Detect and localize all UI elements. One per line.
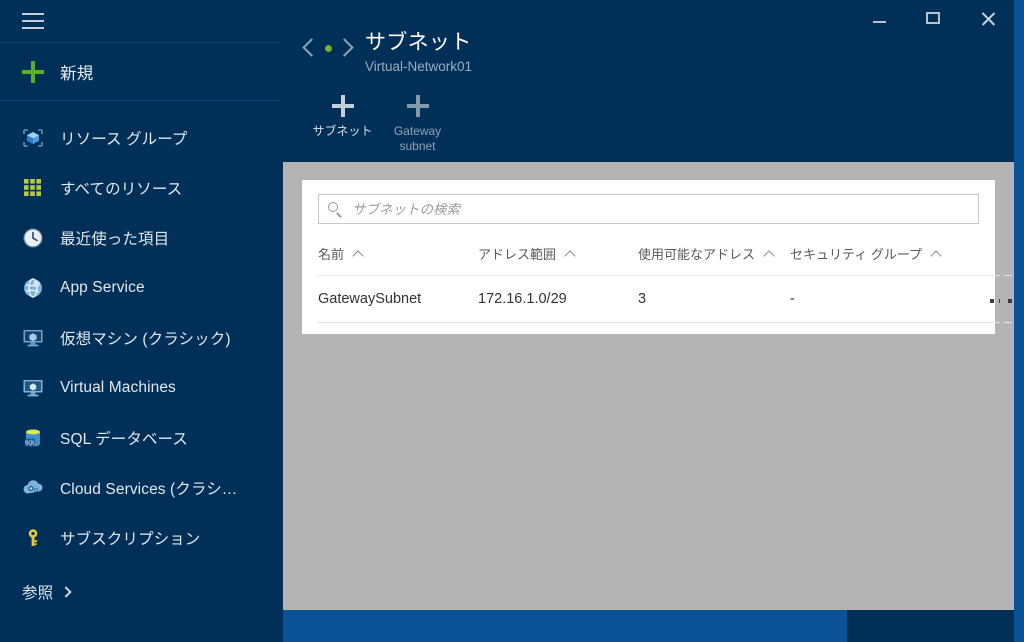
sidebar-item-recent[interactable]: 最近使った項目 xyxy=(0,213,281,263)
cell-address-range: 172.16.1.0/29 xyxy=(478,275,638,323)
plus-icon xyxy=(331,95,354,117)
window-controls xyxy=(864,0,1002,36)
sidebar-item-label: サブスクリプション xyxy=(60,531,201,548)
horizontal-scrollbar[interactable] xyxy=(283,610,1014,642)
search-icon xyxy=(327,201,344,218)
column-header-label: 使用可能なアドレス xyxy=(638,247,756,262)
search-box[interactable] xyxy=(318,194,979,224)
sidebar-item-app-service[interactable]: App Service xyxy=(0,263,281,313)
blade-content: 名前 アドレス範囲 xyxy=(283,162,1014,610)
minimize-button[interactable] xyxy=(864,3,894,33)
minimize-icon xyxy=(872,21,886,23)
recent-clock-icon xyxy=(20,225,46,251)
sidebar-item-label: リソース グループ xyxy=(60,131,188,148)
sidebar-item-label: App Service xyxy=(60,279,145,296)
right-edge-strip xyxy=(1014,0,1024,642)
add-gateway-subnet-button[interactable]: Gateway subnet xyxy=(380,92,455,154)
add-subnet-label: サブネット xyxy=(312,124,373,138)
new-resource-button[interactable]: 新規 xyxy=(0,43,281,101)
search-input[interactable] xyxy=(352,201,970,217)
sort-ascending-icon xyxy=(763,249,775,262)
navigation-list: リソース グループ すべてのリソース 最近使った項目 App Service 仮… xyxy=(0,101,281,615)
page-title: サブネット xyxy=(365,31,472,54)
blade-toolbar: サブネット Gateway subnet xyxy=(283,92,1014,154)
sidebar-item-label: すべてのリソース xyxy=(60,181,183,198)
sidebar-item-resource-groups[interactable]: リソース グループ xyxy=(0,113,281,163)
hamburger-icon[interactable] xyxy=(22,13,44,29)
cell-name: GatewaySubnet xyxy=(318,275,478,323)
close-icon xyxy=(980,11,995,26)
svg-text:SQL: SQL xyxy=(25,441,36,447)
browse-label: 参照 xyxy=(22,585,54,602)
left-navigation: 新規 リソース グループ すべてのリソース 最近使った項目 App Servic… xyxy=(0,0,281,642)
sidebar-item-label: Virtual Machines xyxy=(60,379,176,396)
sidebar-item-virtual-machines[interactable]: Virtual Machines xyxy=(0,363,281,413)
plus-icon xyxy=(406,95,429,117)
sidebar-item-browse[interactable]: 参照 xyxy=(0,569,281,615)
column-header-available-addresses[interactable]: 使用可能なアドレス xyxy=(638,232,790,276)
cell-available-addresses: 3 xyxy=(638,275,790,323)
azure-portal-window: 新規 リソース グループ すべてのリソース 最近使った項目 App Servic… xyxy=(0,0,1024,642)
column-header-label: 名前 xyxy=(318,247,345,262)
maximize-button[interactable] xyxy=(918,3,948,33)
horizontal-scrollbar-thumb[interactable] xyxy=(283,610,847,642)
sidebar-item-label: 仮想マシン (クラシック) xyxy=(60,331,231,348)
sort-ascending-icon xyxy=(564,249,576,262)
column-header-name[interactable]: 名前 xyxy=(318,232,478,276)
sidebar-item-cloud-services[interactable]: Cloud Services (クラシ… xyxy=(0,463,281,513)
sort-ascending-icon xyxy=(352,249,364,262)
sidebar-item-label: Cloud Services (クラシ… xyxy=(60,481,238,498)
all-resources-icon xyxy=(20,175,46,201)
subnets-card: 名前 アドレス範囲 xyxy=(302,180,1012,334)
sidebar-item-sql-databases[interactable]: SQL SQL データベース xyxy=(0,413,281,463)
chevron-right-icon xyxy=(60,586,72,598)
new-resource-label: 新規 xyxy=(60,64,94,83)
table-header-row: 名前 アドレス範囲 使用可能なアドレス セキュリティ グループ xyxy=(318,232,1012,276)
table-row[interactable]: GatewaySubnet 172.16.1.0/29 3 - xyxy=(318,275,1012,323)
app-service-icon xyxy=(20,275,46,301)
subscription-key-icon xyxy=(20,525,46,551)
column-header-label: アドレス範囲 xyxy=(478,247,557,262)
hamburger-menu-row[interactable] xyxy=(0,0,281,43)
page-subtitle: Virtual-Network01 xyxy=(365,59,473,74)
column-header-address-range[interactable]: アドレス範囲 xyxy=(478,232,638,276)
column-header-label: セキュリティ グループ xyxy=(790,247,923,262)
add-gateway-subnet-label: Gateway subnet xyxy=(393,124,442,153)
plus-icon xyxy=(22,60,44,83)
close-button[interactable] xyxy=(972,3,1002,33)
sidebar-item-label: 最近使った項目 xyxy=(60,231,170,248)
resource-group-icon xyxy=(20,125,46,151)
sidebar-item-subscriptions[interactable]: サブスクリプション xyxy=(0,513,281,563)
cell-security-group: - xyxy=(790,275,940,323)
blade-header: サブネット Virtual-Network01 サブネット Gateway su… xyxy=(283,0,1014,162)
column-header-security-group[interactable]: セキュリティ グループ xyxy=(790,232,942,276)
sidebar-item-virtual-machines-classic[interactable]: 仮想マシン (クラシック) xyxy=(0,313,281,363)
virtual-machines-icon xyxy=(20,375,46,401)
maximize-icon xyxy=(926,12,940,24)
sidebar-item-label: SQL データベース xyxy=(60,431,188,448)
sql-database-icon: SQL xyxy=(20,425,46,451)
subnets-table: 名前 アドレス範囲 使用可能なアドレス セキュリティ グループ GatewayS… xyxy=(318,232,1012,323)
add-subnet-button[interactable]: サブネット xyxy=(305,92,380,154)
virtual-machine-classic-icon xyxy=(20,325,46,351)
sidebar-item-all-resources[interactable]: すべてのリソース xyxy=(0,163,281,213)
subnets-blade: サブネット Virtual-Network01 サブネット Gateway su… xyxy=(283,0,1014,642)
cloud-services-icon xyxy=(20,475,46,501)
content-right-gutter xyxy=(1000,162,1004,610)
subnet-icon xyxy=(301,33,355,73)
